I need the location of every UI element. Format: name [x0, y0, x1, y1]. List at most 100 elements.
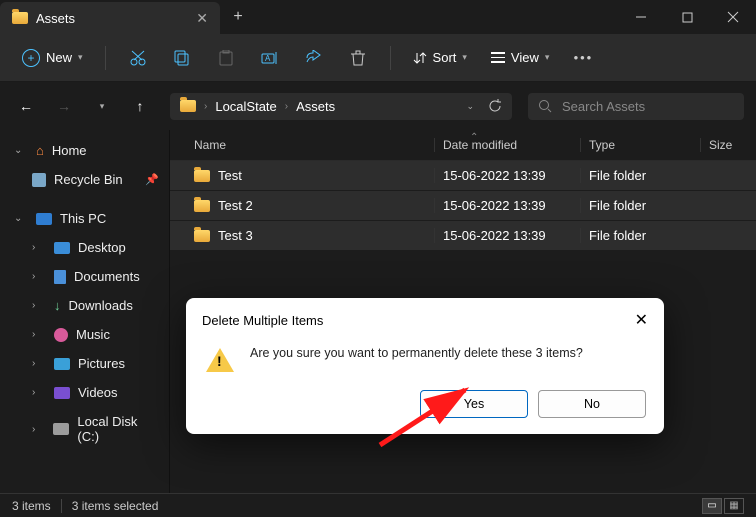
dialog-close-button[interactable]: ✕ — [635, 310, 648, 330]
breadcrumb-item[interactable]: Assets — [296, 99, 335, 114]
column-name[interactable]: Name — [184, 138, 434, 152]
music-icon — [54, 328, 68, 342]
folder-icon — [12, 12, 28, 24]
sidebar-label: Recycle Bin — [54, 172, 123, 187]
file-row[interactable]: Test 15-06-2022 13:39 File folder — [170, 161, 756, 191]
yes-button[interactable]: Yes — [420, 390, 528, 418]
column-type[interactable]: Type — [580, 138, 700, 152]
sidebar-label: Home — [52, 143, 87, 158]
chevron-down-icon: ▾ — [545, 52, 550, 63]
sidebar-item-documents[interactable]: ›Documents — [0, 262, 169, 291]
up-button[interactable]: ↑ — [126, 92, 154, 120]
paste-button[interactable] — [206, 41, 246, 75]
file-type: File folder — [580, 198, 700, 213]
sidebar-item-desktop[interactable]: ›Desktop — [0, 233, 169, 262]
more-button[interactable]: ••• — [563, 41, 603, 75]
chevron-down-icon: ▾ — [78, 52, 83, 63]
pc-icon — [36, 213, 52, 225]
sidebar-label: Local Disk (C:) — [77, 414, 159, 444]
no-button[interactable]: No — [538, 390, 646, 418]
breadcrumb-item[interactable]: LocalState — [215, 99, 276, 114]
forward-button[interactable]: → — [50, 92, 78, 120]
file-row[interactable]: Test 2 15-06-2022 13:39 File folder — [170, 191, 756, 221]
copy-icon — [174, 50, 190, 66]
close-button[interactable] — [710, 0, 756, 34]
sidebar-label: Music — [76, 327, 110, 342]
icons-view-button[interactable]: ▦ — [724, 498, 744, 514]
chevron-right-icon: › — [32, 329, 46, 340]
pictures-icon — [54, 358, 70, 370]
chevron-right-icon: › — [32, 300, 46, 311]
column-size[interactable]: Size — [700, 138, 742, 152]
refresh-button[interactable] — [488, 99, 502, 113]
tab-title: Assets — [36, 11, 75, 26]
sort-button[interactable]: Sort ▾ — [403, 50, 477, 65]
chevron-right-icon: › — [32, 387, 46, 398]
details-view-button[interactable]: ▭ — [702, 498, 722, 514]
status-count: 3 items — [12, 499, 51, 513]
view-button[interactable]: View ▾ — [481, 50, 559, 65]
minimize-icon — [635, 11, 647, 23]
chevron-down-icon: ⌄ — [14, 213, 28, 224]
maximize-button[interactable] — [664, 0, 710, 34]
chevron-right-icon: › — [204, 101, 207, 112]
chevron-down-icon[interactable]: ⌄ — [466, 101, 474, 112]
chevron-right-icon: › — [32, 424, 45, 435]
file-date: 15-06-2022 13:39 — [434, 168, 580, 183]
file-date: 15-06-2022 13:39 — [434, 228, 580, 243]
trash-icon — [350, 50, 366, 66]
recent-button[interactable]: ▾ — [88, 92, 116, 120]
sidebar-item-home[interactable]: ⌄ ⌂ Home — [0, 136, 169, 165]
address-bar[interactable]: › LocalState › Assets ⌄ — [170, 93, 512, 120]
yes-label: Yes — [464, 397, 484, 411]
share-button[interactable] — [294, 41, 334, 75]
svg-text:A: A — [265, 54, 271, 63]
view-label: View — [511, 50, 539, 65]
sidebar-item-downloads[interactable]: › ↓ Downloads — [0, 291, 169, 320]
refresh-icon — [488, 99, 502, 113]
nav-row: ← → ▾ ↑ › LocalState › Assets ⌄ Search A… — [0, 82, 756, 130]
back-button[interactable]: ← — [12, 92, 40, 120]
chevron-down-icon: ▾ — [462, 52, 467, 63]
file-date: 15-06-2022 13:39 — [434, 198, 580, 213]
clipboard-icon — [218, 50, 234, 66]
sidebar-item-local-disk[interactable]: › Local Disk (C:) — [0, 407, 169, 451]
more-icon: ••• — [574, 50, 594, 65]
column-date[interactable]: Date modified — [434, 138, 580, 152]
rename-button[interactable]: A — [250, 41, 290, 75]
chevron-right-icon: › — [32, 242, 46, 253]
file-type: File folder — [580, 168, 700, 183]
delete-dialog: Delete Multiple Items ✕ Are you sure you… — [186, 298, 664, 434]
column-headers: ⌃ Name Date modified Type Size — [170, 130, 756, 161]
sidebar: ⌄ ⌂ Home Recycle Bin 📌 ⌄ This PC ›Deskto… — [0, 130, 170, 493]
sidebar-item-videos[interactable]: ›Videos — [0, 378, 169, 407]
file-row[interactable]: Test 3 15-06-2022 13:39 File folder — [170, 221, 756, 251]
warning-icon — [206, 348, 234, 372]
disk-icon — [53, 423, 69, 435]
new-button[interactable]: + New ▾ — [12, 43, 93, 73]
dialog-title: Delete Multiple Items — [202, 313, 323, 328]
cut-button[interactable] — [118, 41, 158, 75]
sidebar-item-pictures[interactable]: ›Pictures — [0, 349, 169, 378]
sidebar-item-this-pc[interactable]: ⌄ This PC — [0, 204, 169, 233]
window-controls — [618, 0, 756, 34]
plus-icon: + — [22, 49, 40, 67]
search-input[interactable]: Search Assets — [528, 93, 744, 120]
copy-button[interactable] — [162, 41, 202, 75]
tab-close-icon[interactable]: ✕ — [196, 10, 208, 27]
maximize-icon — [682, 12, 693, 23]
downloads-icon: ↓ — [54, 298, 61, 313]
delete-button[interactable] — [338, 41, 378, 75]
tab-assets[interactable]: Assets ✕ — [0, 2, 220, 34]
chevron-right-icon: › — [32, 271, 46, 282]
sidebar-item-music[interactable]: › Music — [0, 320, 169, 349]
chevron-right-icon: › — [32, 358, 46, 369]
sidebar-label: Downloads — [69, 298, 133, 313]
new-tab-button[interactable]: + — [220, 0, 256, 34]
minimize-button[interactable] — [618, 0, 664, 34]
file-name: Test 2 — [218, 198, 253, 213]
sidebar-item-recycle-bin[interactable]: Recycle Bin 📌 — [0, 165, 169, 194]
videos-icon — [54, 387, 70, 399]
status-selected: 3 items selected — [72, 499, 159, 513]
separator — [61, 499, 62, 513]
